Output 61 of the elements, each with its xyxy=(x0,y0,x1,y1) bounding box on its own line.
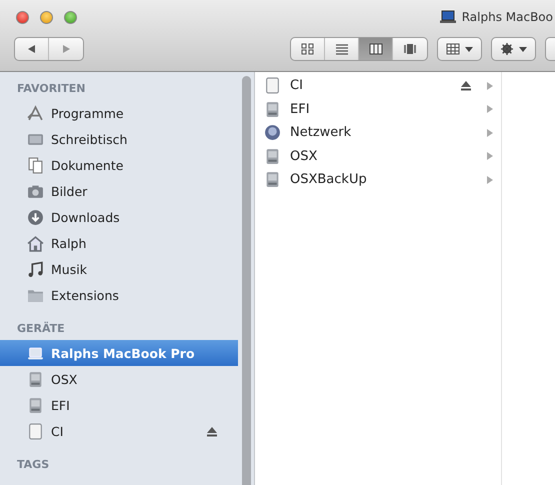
section-header: TAGS xyxy=(16,457,50,473)
download-icon xyxy=(27,208,44,226)
disclosure-arrow-icon xyxy=(487,176,493,184)
sidebar-item[interactable]: Schreibtisch xyxy=(0,126,238,152)
music-note-icon xyxy=(27,260,44,278)
column-item[interactable]: OSXBackUp xyxy=(255,168,501,192)
gear-icon xyxy=(500,43,514,55)
view-button[interactable] xyxy=(359,38,393,60)
sidebar-item[interactable]: EFI xyxy=(0,392,238,418)
sidebar-item[interactable]: Dokumente xyxy=(0,152,238,178)
caret-icon xyxy=(465,46,473,52)
eject-icon[interactable] xyxy=(206,426,218,436)
window-title: Ralphs MacBoo xyxy=(462,10,553,24)
column-item[interactable]: EFI xyxy=(255,98,501,121)
close-button[interactable] xyxy=(16,10,29,24)
sidebar-item[interactable]: Musik xyxy=(0,256,238,282)
icon-view-icon xyxy=(300,43,314,55)
back-arrow-icon xyxy=(26,44,36,54)
sidebar-item[interactable]: Programme xyxy=(0,100,238,126)
column-item[interactable]: Netzwerk xyxy=(255,121,501,144)
disclosure-arrow-icon xyxy=(487,128,493,137)
hard-drive-icon xyxy=(264,171,281,188)
globe-icon xyxy=(264,124,281,142)
camera-icon xyxy=(27,182,44,200)
sidebar-item[interactable]: Extensions xyxy=(0,282,238,308)
sidebar-item[interactable]: OSX xyxy=(0,366,238,392)
hard-drive-icon xyxy=(264,100,281,118)
list-view-icon xyxy=(334,43,348,55)
drive-icon xyxy=(27,422,44,440)
caret-icon xyxy=(519,46,527,52)
grid-icon xyxy=(446,43,460,55)
hard-drive-icon xyxy=(27,396,44,414)
sidebar-item[interactable]: Downloads xyxy=(0,204,238,230)
hard-drive-icon xyxy=(27,370,44,388)
forward-arrow-icon xyxy=(61,44,71,54)
disclosure-arrow-icon xyxy=(487,105,493,114)
sidebar-item[interactable]: Bilder xyxy=(0,178,238,204)
arrange-button[interactable] xyxy=(437,37,482,61)
action-button[interactable] xyxy=(491,37,536,61)
app-store-icon xyxy=(27,104,44,122)
documents-icon xyxy=(27,156,44,174)
minimize-button[interactable] xyxy=(40,10,53,24)
disclosure-arrow-icon xyxy=(487,82,493,90)
column-item[interactable]: OSX xyxy=(255,144,501,168)
drive-icon xyxy=(264,77,281,94)
disclosure-arrow-icon xyxy=(487,152,493,160)
laptop-icon xyxy=(438,10,457,24)
hard-drive-icon xyxy=(264,148,281,165)
scrollbar-thumb[interactable] xyxy=(242,76,250,485)
sidebar-item[interactable]: Ralph xyxy=(0,230,238,256)
column-item[interactable]: CI xyxy=(255,74,501,98)
sidebar-item[interactable]: CI xyxy=(0,418,238,444)
laptop-icon xyxy=(27,344,44,362)
section-header: GERÄTE xyxy=(16,320,66,337)
eject-icon[interactable] xyxy=(460,80,472,92)
cover-flow-icon xyxy=(403,43,417,55)
zoom-button[interactable] xyxy=(64,10,77,24)
section-header: FAVORITEN xyxy=(16,81,86,97)
house-icon xyxy=(27,234,44,252)
column-view-icon xyxy=(368,43,382,55)
sidebar-item[interactable]: Ralphs MacBook Pro xyxy=(0,340,238,366)
